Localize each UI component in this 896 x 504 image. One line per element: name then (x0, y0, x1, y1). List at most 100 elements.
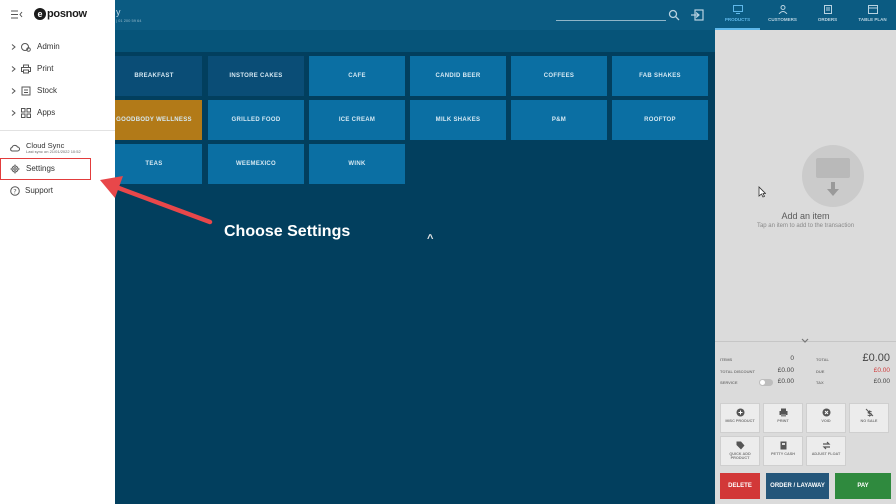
menu-divider (0, 130, 115, 131)
misc-product-button[interactable]: MISC PRODUCT (720, 403, 760, 433)
order-layaway-button[interactable]: ORDER / LAYAWAY (766, 473, 829, 499)
side-menu: e posnow Admin Print Stock Apps Cloud Sy… (0, 0, 115, 504)
collapse-menu-icon[interactable] (11, 10, 23, 19)
plus-circle-icon (736, 408, 744, 417)
printer-icon (21, 64, 31, 74)
store-name: y (116, 7, 121, 17)
category-tile[interactable]: ICE CREAM (309, 100, 405, 140)
gear-icon (10, 164, 20, 174)
category-tile[interactable]: MILK SHAKES (410, 100, 506, 140)
menu-item-label: Print (37, 64, 54, 73)
pay-button[interactable]: PAY (835, 473, 891, 499)
category-tile[interactable]: ROOFTOP (612, 100, 708, 140)
menu-item-print[interactable]: Print (0, 61, 115, 77)
cloud-sync-timestamp: Last sync on 21/01/2022 10:52 (26, 149, 81, 154)
chevron-right-icon (11, 110, 16, 116)
service-toggle[interactable] (759, 379, 773, 386)
button-label: PETTY CASH (771, 452, 795, 456)
tab-label: CUSTOMERS (768, 17, 797, 22)
discount-label: TOTAL DISCOUNT (720, 369, 755, 374)
stock-icon (21, 86, 31, 96)
totals-summary: ITEMS 0 TOTAL DISCOUNT £0.00 SERVICE £0.… (715, 338, 896, 399)
items-label: ITEMS (720, 357, 733, 362)
card-illustration (816, 158, 850, 178)
category-tile[interactable]: CANDID BEER (410, 56, 506, 96)
chevron-right-icon (11, 66, 16, 72)
tab-table-plan[interactable]: TABLE PLAN (850, 0, 895, 30)
panel-tabs: PRODUCTS CUSTOMERS ORDERS TABLE PLAN (715, 0, 896, 30)
total-value: £0.00 (862, 352, 890, 364)
no-sale-button[interactable]: $ NO SALE (849, 403, 889, 433)
logout-icon[interactable] (690, 8, 704, 22)
support-label: Support (25, 186, 54, 195)
arrow-down-icon (827, 182, 839, 196)
person-icon (778, 5, 787, 14)
chevron-down-icon[interactable] (801, 338, 809, 344)
menu-item-label: Admin (37, 42, 60, 51)
button-label: NO SALE (860, 419, 878, 423)
menu-item-apps[interactable]: Apps (0, 105, 115, 121)
tab-label: PRODUCTS (724, 17, 751, 22)
category-tile[interactable]: COFFEES (511, 56, 607, 96)
search-input[interactable] (556, 20, 666, 21)
category-tile[interactable]: P&M (511, 100, 607, 140)
service-value: £0.00 (777, 378, 794, 385)
menu-item-stock[interactable]: Stock (0, 83, 115, 99)
button-label: VOID (821, 419, 831, 423)
adjust-float-button[interactable]: ADJUST FLOAT (806, 436, 846, 466)
category-tile[interactable]: TEAS (106, 144, 202, 184)
due-label: DUE (816, 369, 825, 374)
tab-customers[interactable]: CUSTOMERS (760, 0, 805, 30)
help-icon: ? (10, 186, 20, 196)
category-tile[interactable]: CAFE (309, 56, 405, 96)
tax-value: £0.00 (873, 378, 890, 385)
void-button[interactable]: VOID (806, 403, 846, 433)
chevron-right-icon (11, 88, 16, 94)
cloud-icon (10, 144, 20, 152)
menu-item-admin[interactable]: Admin (0, 39, 115, 55)
items-value: 0 (790, 355, 794, 362)
category-tile[interactable]: GOODBODY WELLNESS (106, 100, 202, 140)
annotation-mark: ^ (427, 233, 434, 245)
logo-text: posnow (47, 8, 87, 20)
quick-add-product-button[interactable]: QUICK ADD PRODUCT (720, 436, 760, 466)
settings-label: Settings (26, 164, 55, 173)
category-tile[interactable]: BREAKFAST (106, 56, 202, 96)
menu-item-settings[interactable]: Settings (0, 158, 91, 180)
delete-button[interactable]: DELETE (720, 473, 760, 499)
x-circle-icon (822, 408, 830, 417)
menu-item-support[interactable]: ? Support (0, 183, 115, 199)
tab-orders[interactable]: ORDERS (805, 0, 850, 30)
mouse-cursor-icon (758, 186, 766, 198)
button-label: QUICK ADD PRODUCT (729, 452, 751, 460)
menu-item-cloud-sync[interactable]: Cloud Sync Last sync on 21/01/2022 10:52 (0, 140, 115, 158)
total-label: TOTAL (816, 357, 829, 362)
cash-icon (780, 441, 786, 450)
tab-label: ORDERS (817, 17, 838, 22)
table-icon (867, 5, 878, 14)
button-label: PRINT (777, 419, 789, 423)
tab-label: TABLE PLAN (858, 17, 887, 22)
transaction-panel: PRODUCTS CUSTOMERS ORDERS TABLE PLAN Add… (715, 0, 896, 504)
discount-value: £0.00 (777, 367, 794, 374)
annotation-text: Choose Settings (224, 223, 351, 240)
svg-text:?: ? (13, 188, 16, 196)
petty-cash-button[interactable]: PETTY CASH (763, 436, 803, 466)
tab-products[interactable]: PRODUCTS (715, 0, 760, 30)
tax-label: TAX (816, 380, 824, 385)
category-tile[interactable]: WINK (309, 144, 405, 184)
category-tile[interactable]: GRILLED FOOD (208, 100, 304, 140)
admin-icon (21, 43, 31, 52)
tag-icon (736, 441, 744, 450)
print-button[interactable]: PRINT (763, 403, 803, 433)
button-label: MISC PRODUCT (725, 419, 755, 423)
category-tile[interactable]: FAB SHAKES (612, 56, 708, 96)
menu-item-label: Stock (37, 86, 58, 95)
service-label: SERVICE (720, 380, 738, 385)
category-tile[interactable]: WEEMEXICO (208, 144, 304, 184)
no-sale-icon: $ (865, 408, 873, 417)
search-icon[interactable] (668, 9, 680, 21)
category-tile[interactable]: INSTORE CAKES (208, 56, 304, 96)
monitor-icon (732, 5, 743, 14)
chevron-right-icon (11, 44, 16, 50)
